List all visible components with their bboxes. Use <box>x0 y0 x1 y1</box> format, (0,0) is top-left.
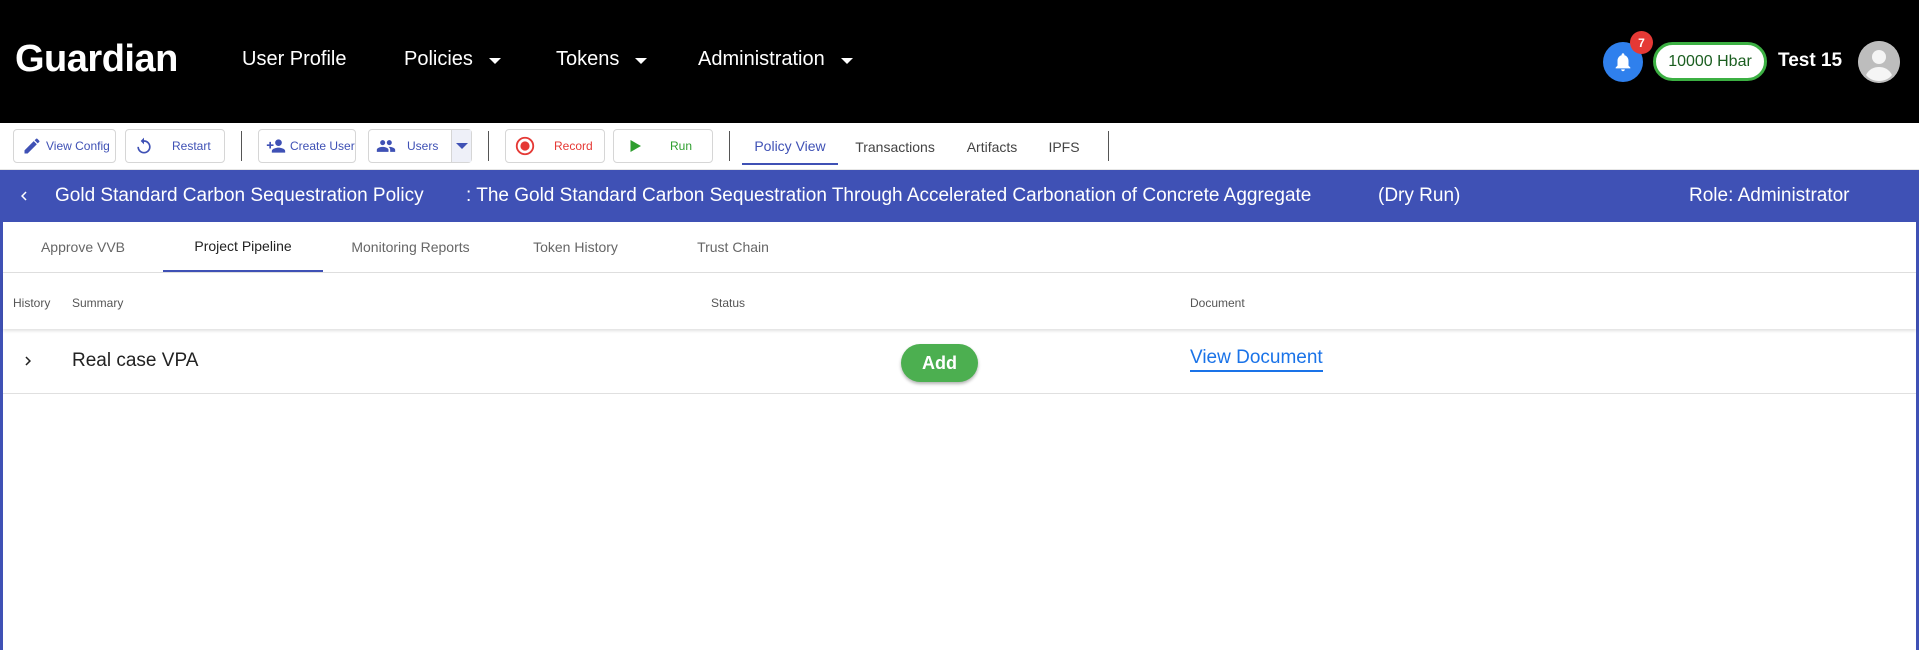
user-avatar-icon <box>1858 41 1900 83</box>
add-user-icon <box>266 139 286 153</box>
avatar[interactable] <box>1858 41 1900 83</box>
record-icon <box>515 136 535 156</box>
view-config-button[interactable]: View Config <box>13 129 116 163</box>
role-label: Role: Administrator <box>1689 185 1850 206</box>
policy-description: : The Gold Standard Carbon Sequestration… <box>466 185 1312 206</box>
table-row: Real case VPA Add View Document <box>3 330 1916 394</box>
record-label: Record <box>554 139 593 153</box>
nav-tokens[interactable]: Tokens <box>556 48 648 71</box>
policy-title-bar: Gold Standard Carbon Sequestration Polic… <box>0 170 1919 222</box>
view-config-label: View Config <box>46 139 110 153</box>
bell-icon <box>1615 53 1631 72</box>
chevron-down-icon <box>455 143 468 149</box>
nav-user-profile[interactable]: User Profile <box>242 48 346 71</box>
nav-administration-label: Administration <box>698 48 825 70</box>
column-header-status: Status <box>711 296 746 310</box>
policy-content: Approve VVB Project Pipeline Monitoring … <box>0 222 1919 650</box>
tab-approve-vvb[interactable]: Approve VVB <box>3 222 163 272</box>
nav-policies-label: Policies <box>404 48 473 70</box>
tab-artifacts[interactable]: Artifacts <box>956 129 1028 165</box>
run-label: Run <box>670 139 693 153</box>
toolbar-divider <box>1108 131 1109 161</box>
pencil-icon <box>24 138 40 154</box>
add-button[interactable]: Add <box>901 344 978 382</box>
tab-ipfs[interactable]: IPFS <box>1040 129 1088 165</box>
create-user-label: Create User <box>290 139 355 153</box>
tab-trust-chain[interactable]: Trust Chain <box>653 222 813 272</box>
view-document-link[interactable]: View Document <box>1190 347 1323 372</box>
nav-tokens-label: Tokens <box>556 48 620 70</box>
dry-run-indicator: (Dry Run) <box>1378 185 1461 206</box>
tab-transactions[interactable]: Transactions <box>848 129 942 165</box>
app-logo[interactable]: Guardian <box>15 38 178 81</box>
column-header-summary: Summary <box>72 296 124 310</box>
nav-user-profile-label: User Profile <box>242 48 347 70</box>
chevron-down-icon <box>488 57 501 64</box>
restart-label: Restart <box>172 139 211 153</box>
chevron-right-icon[interactable] <box>19 352 37 370</box>
nav-policies[interactable]: Policies <box>404 48 501 71</box>
record-button[interactable]: Record <box>505 129 605 163</box>
toolbar-divider <box>488 131 489 161</box>
tab-policy-view[interactable]: Policy View <box>742 129 838 165</box>
tab-token-history[interactable]: Token History <box>498 222 653 272</box>
column-header-document: Document <box>1190 296 1245 310</box>
play-icon <box>630 140 641 152</box>
policy-name: Gold Standard Carbon Sequestration Polic… <box>55 185 424 206</box>
users-icon <box>376 140 396 152</box>
chevron-down-icon <box>840 57 853 64</box>
run-button[interactable]: Run <box>613 129 713 163</box>
chevron-down-icon <box>635 57 648 64</box>
policy-toolbar: View Config Restart Create User Users Re… <box>0 123 1919 170</box>
back-arrow-icon[interactable] <box>15 186 33 206</box>
toolbar-divider <box>241 131 242 161</box>
restart-button[interactable]: Restart <box>125 129 225 163</box>
users-label: Users <box>407 139 439 153</box>
create-user-button[interactable]: Create User <box>258 129 356 163</box>
row-summary: Real case VPA <box>72 350 199 371</box>
table-header: History Summary Status Document <box>3 273 1916 329</box>
toolbar-divider <box>729 131 730 161</box>
username[interactable]: Test 15 <box>1778 50 1842 72</box>
users-dropdown-toggle[interactable] <box>451 130 471 162</box>
tab-monitoring-reports[interactable]: Monitoring Reports <box>323 222 498 272</box>
top-header: Guardian User Profile Policies Tokens Ad… <box>0 0 1919 123</box>
users-dropdown[interactable]: Users <box>368 129 472 163</box>
notification-count-badge: 7 <box>1630 31 1653 54</box>
restart-icon <box>137 137 151 154</box>
column-header-history: History <box>13 296 51 310</box>
tab-project-pipeline[interactable]: Project Pipeline <box>163 222 323 272</box>
nav-administration[interactable]: Administration <box>698 48 853 71</box>
balance-badge: 10000 Hbar <box>1653 42 1767 81</box>
